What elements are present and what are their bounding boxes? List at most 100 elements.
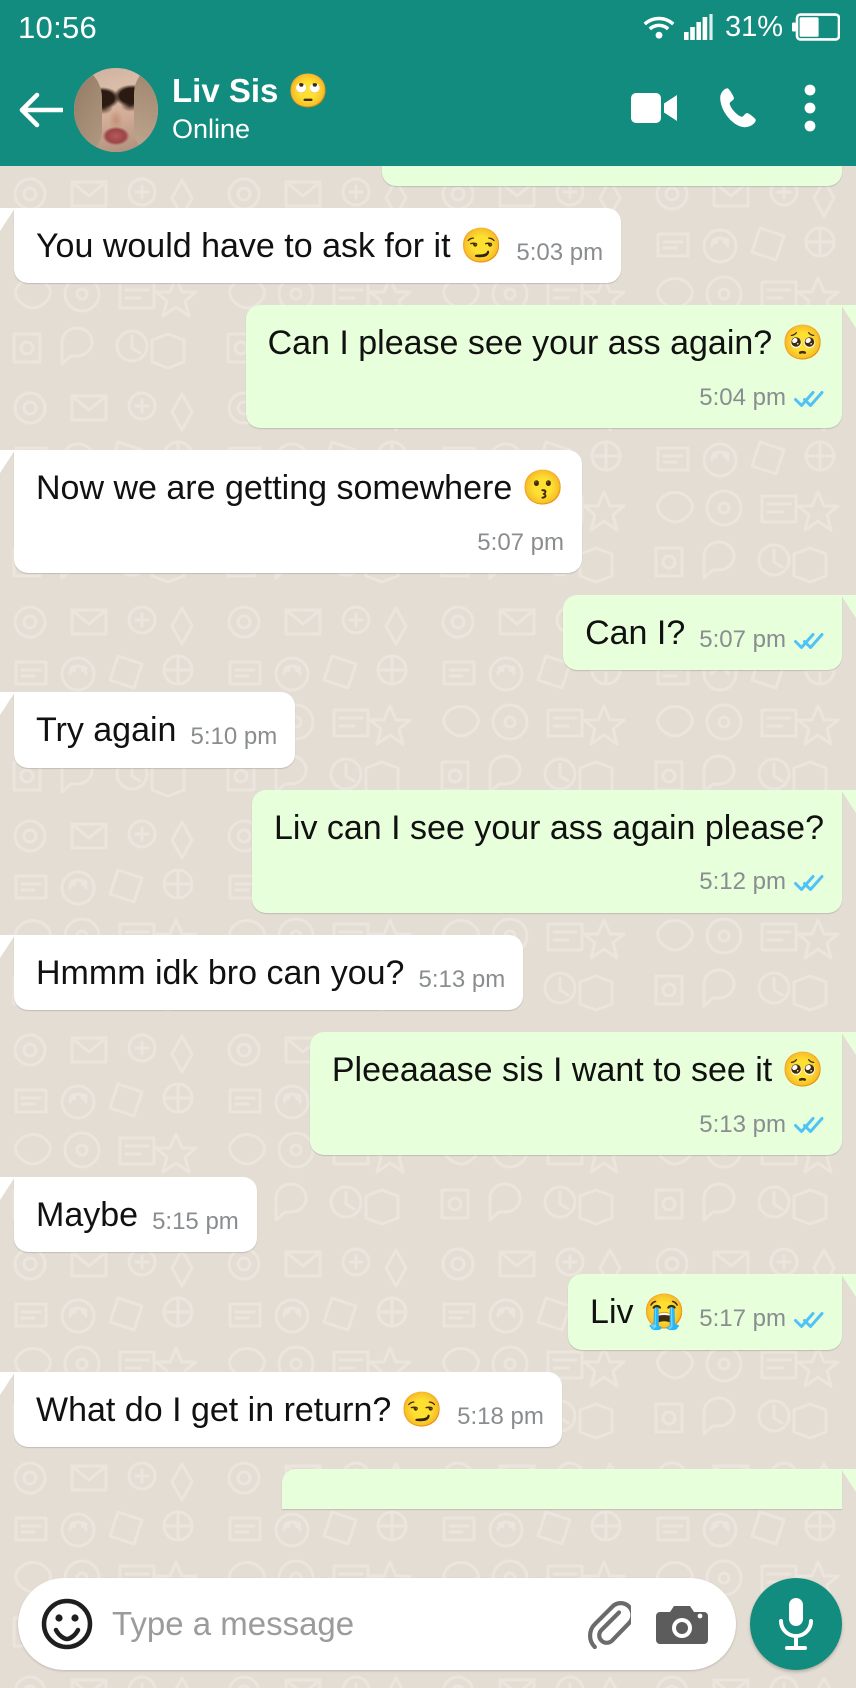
more-options-icon <box>804 84 816 137</box>
message-row: Liv can I see your ass again please? 5:1… <box>14 789 856 913</box>
message-time: 5:15 pm <box>152 1207 239 1235</box>
message-row: Now we are getting somewhere 😗 5:07 pm <box>0 450 842 573</box>
message-row <box>14 1469 856 1510</box>
message-time: 5:13 pm <box>418 965 506 993</box>
message-meta: 5:07 pm <box>36 528 564 557</box>
message-row: What do I get in return? 😏 5:18 pm <box>0 1371 842 1448</box>
message-text: Pleeaaase sis I want to see it 🥺 <box>331 1051 824 1090</box>
message-text: Liv can I see your ass again please? <box>273 808 824 847</box>
message-meta: 5:10 pm <box>190 722 277 751</box>
message-time: 5:07 pm <box>699 625 786 653</box>
message-row: Liv 😭 5:17 pm <box>14 1274 856 1350</box>
status-indicators: 31% <box>643 10 840 43</box>
message-meta: 5:03 pm <box>516 238 603 267</box>
message-bubble-outgoing[interactable]: Can I please see your ass again? 🥺 5:04 … <box>245 305 856 429</box>
message-meta: 5:18 pm <box>457 1402 544 1431</box>
input-pill[interactable] <box>18 1578 736 1670</box>
message-bubble-outgoing[interactable]: Can I? 5:07 pm <box>563 594 856 671</box>
camera-icon <box>656 1602 708 1646</box>
message-time: 5:07 pm <box>477 528 565 556</box>
signal-bars-icon <box>683 14 714 40</box>
message-input-bar <box>0 1570 856 1688</box>
read-receipt-icon <box>794 388 824 408</box>
contact-name: Liv Sis 🙄 <box>172 72 329 110</box>
microphone-icon <box>776 1596 816 1652</box>
message-time: 5:18 pm <box>457 1402 544 1430</box>
camera-button[interactable] <box>654 1596 710 1652</box>
message-bubble-outgoing-clipped[interactable] <box>382 166 842 186</box>
message-row: Try again 5:10 pm <box>0 692 842 768</box>
message-bubble-incoming[interactable]: You would have to ask for it 😏 5:03 pm <box>0 208 622 284</box>
message-bubble-incoming[interactable]: What do I get in return? 😏 5:18 pm <box>0 1371 562 1448</box>
message-time: 5:04 pm <box>699 383 786 411</box>
message-row: Hmmm idk bro can you? 5:13 pm <box>0 934 842 1011</box>
message-text: You would have to ask for it 😏 <box>36 227 503 265</box>
battery-icon <box>792 13 840 41</box>
message-meta: 5:13 pm <box>418 965 505 994</box>
phone-call-icon <box>719 87 757 134</box>
message-text: Liv 😭 <box>590 1293 686 1332</box>
contact-status: Online <box>172 114 251 145</box>
message-bubble-outgoing[interactable]: Liv can I see your ass again please? 5:1… <box>251 789 856 913</box>
message-bubble-incoming[interactable]: Maybe 5:15 pm <box>0 1176 257 1253</box>
message-meta: 5:17 pm <box>699 1304 824 1333</box>
video-call-button[interactable] <box>612 68 696 152</box>
message-bubble-outgoing[interactable]: Liv 😭 5:17 pm <box>568 1274 856 1350</box>
voice-record-button[interactable] <box>750 1578 842 1670</box>
message-time: 5:12 pm <box>699 868 786 896</box>
message-row: Maybe 5:15 pm <box>0 1176 842 1253</box>
video-call-icon <box>631 91 677 130</box>
message-input[interactable] <box>112 1605 562 1643</box>
avatar[interactable] <box>74 68 158 152</box>
message-row: You would have to ask for it 😏 5:03 pm <box>0 208 842 284</box>
message-meta: 5:12 pm <box>274 867 824 896</box>
status-clock: 10:56 <box>18 9 98 45</box>
whatsapp-chat-screen: 10:56 31% Liv Sis 🙄 Online You would hav… <box>0 0 856 1688</box>
emoji-button[interactable] <box>40 1597 94 1651</box>
paperclip-attach-icon <box>585 1599 631 1649</box>
message-row: Pleeaaase sis I want to see it 🥺 5:13 pm <box>14 1032 856 1155</box>
read-receipt-icon <box>794 872 824 892</box>
overflow-menu-button[interactable] <box>780 68 840 152</box>
message-bubble-incoming[interactable]: Try again 5:10 pm <box>0 692 296 768</box>
message-list: You would have to ask for it 😏 5:03 pm Ca… <box>0 166 856 1688</box>
message-bubble-outgoing[interactable]: Pleeaaase sis I want to see it 🥺 5:13 pm <box>309 1032 856 1155</box>
message-row <box>14 166 842 186</box>
contact-info[interactable]: Liv Sis 🙄 Online <box>172 72 612 147</box>
chat-header: Liv Sis 🙄 Online <box>0 54 856 166</box>
avatar-hair-right <box>134 68 158 152</box>
message-meta: 5:13 pm <box>332 1110 824 1139</box>
back-arrow-icon <box>19 91 63 129</box>
message-text: Now we are getting somewhere 😗 <box>36 469 565 508</box>
message-meta: 5:15 pm <box>152 1207 239 1236</box>
emoji-smiley-icon <box>41 1598 93 1650</box>
message-text: Can I? <box>585 613 686 652</box>
header-actions <box>612 68 840 152</box>
message-time: 5:10 pm <box>190 723 278 751</box>
message-time: 5:03 pm <box>516 239 604 266</box>
message-bubble-outgoing-clipped[interactable] <box>282 1469 856 1510</box>
message-text: What do I get in return? 😏 <box>36 1390 444 1429</box>
message-time: 5:17 pm <box>699 1305 786 1333</box>
message-row: Can I please see your ass again? 🥺 5:04 … <box>14 305 856 429</box>
read-receipt-icon <box>794 1309 824 1329</box>
read-receipt-icon <box>794 1114 824 1134</box>
message-bubble-incoming[interactable]: Hmmm idk bro can you? 5:13 pm <box>0 934 524 1011</box>
message-text: Try again <box>36 711 177 750</box>
status-bar: 10:56 31% <box>0 0 856 54</box>
message-meta: 5:04 pm <box>268 383 824 412</box>
message-text: Maybe <box>36 1195 139 1234</box>
message-text: Can I please see your ass again? 🥺 <box>267 324 824 363</box>
battery-percent-label: 31% <box>724 10 783 43</box>
attach-button[interactable] <box>580 1596 636 1652</box>
message-time: 5:13 pm <box>699 1110 786 1138</box>
chat-message-area[interactable]: You would have to ask for it 😏 5:03 pm Ca… <box>0 166 856 1688</box>
voice-call-button[interactable] <box>696 68 780 152</box>
message-bubble-incoming[interactable]: Now we are getting somewhere 😗 5:07 pm <box>0 450 583 573</box>
message-row: Can I? 5:07 pm <box>14 594 856 671</box>
wifi-icon <box>643 14 675 40</box>
message-meta: 5:07 pm <box>699 625 824 654</box>
read-receipt-icon <box>794 630 824 650</box>
back-button[interactable] <box>10 79 72 141</box>
message-text: Hmmm idk bro can you? <box>36 953 405 992</box>
